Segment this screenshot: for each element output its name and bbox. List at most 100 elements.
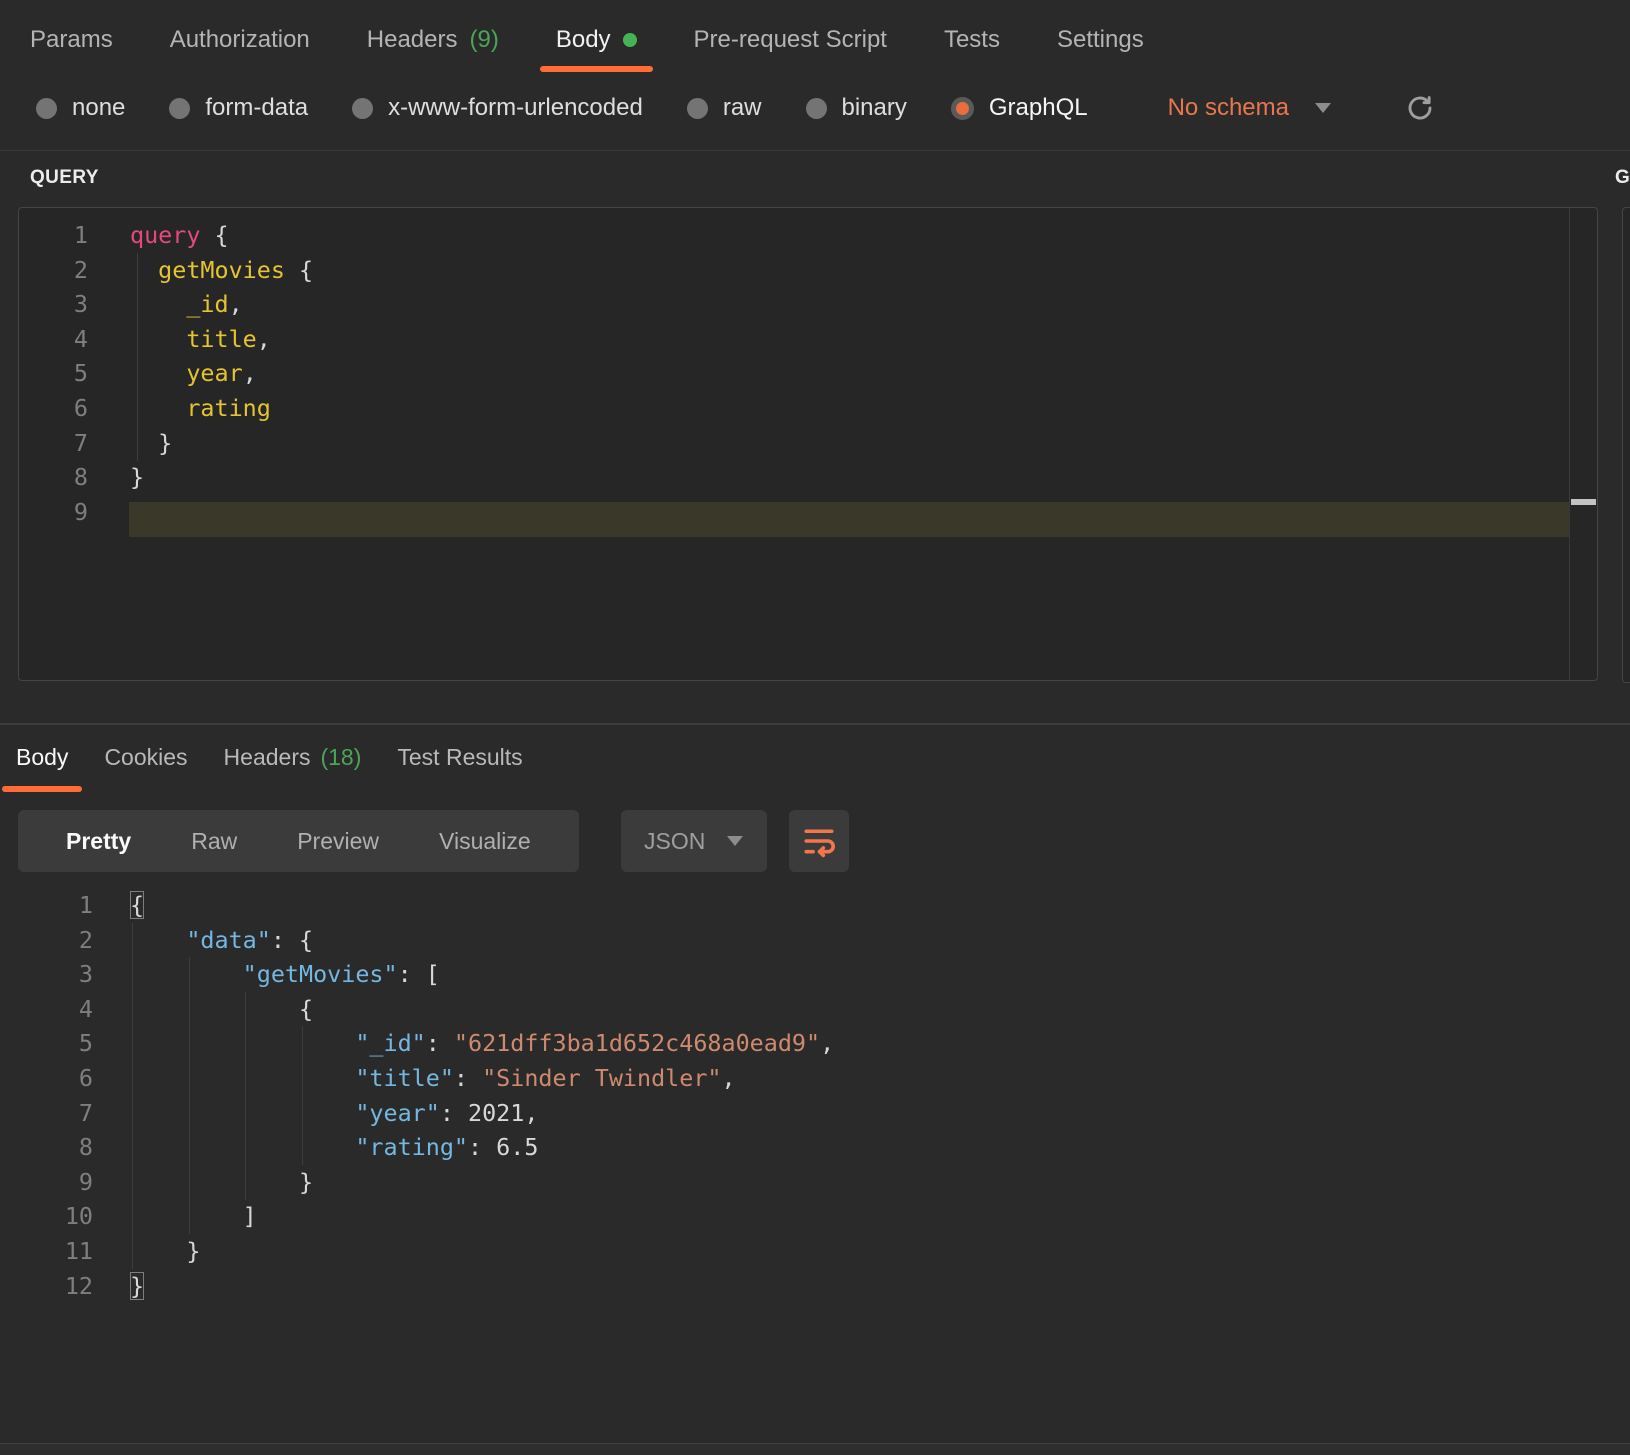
code-text: } <box>130 426 172 461</box>
code-line-6: 6 rating <box>19 391 1597 426</box>
code-line-9: 9 <box>19 495 1597 530</box>
code-text: _id, <box>130 287 243 322</box>
request-tab-authorization[interactable]: Authorization <box>170 26 310 54</box>
code-line-1: 1{ <box>0 888 1630 923</box>
refresh-schema-button[interactable] <box>1405 93 1435 123</box>
tab-label: Cookies <box>104 744 187 771</box>
code-text: ] <box>130 1199 257 1234</box>
response-tab-bar: Body Cookies Headers(18) Test Results <box>16 737 523 777</box>
code-text: rating <box>130 391 271 426</box>
response-format-select[interactable]: JSON <box>621 810 767 872</box>
body-type-radio-none[interactable]: none <box>36 94 125 122</box>
view-button-visualize[interactable]: Visualize <box>409 828 561 855</box>
code-line-11: 11 } <box>0 1234 1630 1269</box>
graphql-query-editor[interactable]: 1query {2 getMovies {3 _id,4 title,5 yea… <box>18 207 1598 681</box>
query-code[interactable]: 1query {2 getMovies {3 _id,4 title,5 yea… <box>19 218 1597 529</box>
tab-label: Authorization <box>170 26 310 54</box>
radio-selected-icon <box>951 97 974 120</box>
radio-label: GraphQL <box>989 94 1088 122</box>
response-tab-headers[interactable]: Headers(18) <box>224 744 362 771</box>
refresh-icon <box>1405 93 1435 123</box>
response-tab-cookies[interactable]: Cookies <box>104 744 187 771</box>
code-line-6: 6 "title": "Sinder Twindler", <box>0 1061 1630 1096</box>
tab-label: Body <box>556 26 611 54</box>
view-button-preview[interactable]: Preview <box>267 828 409 855</box>
response-tab-body[interactable]: Body <box>16 744 68 771</box>
radio-label: raw <box>723 94 762 122</box>
body-type-radio-form-data[interactable]: form-data <box>169 94 308 122</box>
request-tab-bar: Params Authorization Headers(9) Body Pre-req… <box>30 14 1144 66</box>
request-tab-settings[interactable]: Settings <box>1057 26 1144 54</box>
request-tab-headers[interactable]: Headers(9) <box>367 26 499 54</box>
code-text: "rating": 6.5 <box>130 1130 538 1165</box>
tab-label: Params <box>30 26 113 54</box>
code-text: year, <box>130 356 257 391</box>
wrap-text-button[interactable] <box>789 810 849 872</box>
tab-count-badge: (9) <box>470 26 499 54</box>
radio-unselected-icon <box>687 98 708 119</box>
tab-label: Body <box>16 744 68 771</box>
body-type-radio-raw[interactable]: raw <box>687 94 762 122</box>
code-line-1: 1 query { <box>19 218 1597 253</box>
tab-label: Headers <box>224 744 311 771</box>
tab-label: Settings <box>1057 26 1144 54</box>
body-type-radio-graphql[interactable]: GraphQL <box>951 94 1088 122</box>
radio-label: binary <box>842 94 907 122</box>
code-line-5: 5 "_id": "621dff3ba1d652c468a0ead9", <box>0 1026 1630 1061</box>
response-body-json[interactable]: 1{2 "data": {3 "getMovies": [4 {5 "_id":… <box>0 888 1630 1303</box>
response-toolbar: PrettyRawPreviewVisualize JSON <box>18 810 849 872</box>
chevron-down-icon <box>1315 103 1331 113</box>
response-divider <box>0 723 1630 725</box>
radio-unselected-icon <box>36 98 57 119</box>
code-text: query { <box>130 218 229 253</box>
code-line-3: 3 _id, <box>19 287 1597 322</box>
line-number: 7 <box>19 426 88 461</box>
schema-dropdown[interactable]: No schema <box>1168 94 1331 122</box>
top-section-divider <box>0 150 1630 151</box>
code-text: } <box>130 1165 313 1200</box>
code-text: getMovies { <box>130 253 313 288</box>
line-number: 5 <box>19 356 88 391</box>
line-number: 3 <box>19 287 88 322</box>
query-panel-title: QUERY <box>30 167 99 189</box>
line-number: 1 <box>19 218 88 253</box>
code-line-5: 5 year, <box>19 356 1597 391</box>
body-modified-dot-icon <box>623 33 637 47</box>
code-text: { <box>130 992 313 1027</box>
code-line-3: 3 "getMovies": [ <box>0 957 1630 992</box>
code-text: "getMovies": [ <box>130 957 440 992</box>
editor-scrollbar-thumb[interactable] <box>1571 499 1596 505</box>
line-number: 3 <box>0 957 93 992</box>
request-tab-pre-request-script[interactable]: Pre-request Script <box>694 26 887 54</box>
editor-scrollbar-gutter[interactable] <box>1569 208 1597 680</box>
response-tab-test-results[interactable]: Test Results <box>397 744 522 771</box>
line-number: 6 <box>19 391 88 426</box>
code-text: "data": { <box>130 923 313 958</box>
view-button-pretty[interactable]: Pretty <box>36 828 161 855</box>
active-tab-underline <box>540 66 653 72</box>
code-line-7: 7 } <box>19 426 1597 461</box>
line-number: 1 <box>0 888 93 923</box>
code-text: } <box>130 1269 144 1304</box>
radio-unselected-icon <box>806 98 827 119</box>
radio-label: x-www-form-urlencoded <box>388 94 643 122</box>
line-number: 5 <box>0 1026 93 1061</box>
code-text: } <box>130 460 144 495</box>
code-line-8: 8} <box>19 460 1597 495</box>
view-button-raw[interactable]: Raw <box>161 828 267 855</box>
request-tab-tests[interactable]: Tests <box>944 26 1000 54</box>
request-tab-params[interactable]: Params <box>30 26 113 54</box>
line-number: 6 <box>0 1061 93 1096</box>
line-number: 10 <box>0 1199 93 1234</box>
code-text: { <box>130 888 144 923</box>
code-line-12: 12} <box>0 1269 1630 1304</box>
code-text: "_id": "621dff3ba1d652c468a0ead9", <box>130 1026 834 1061</box>
footer-strip <box>0 1443 1630 1455</box>
body-type-radio-binary[interactable]: binary <box>806 94 907 122</box>
graphql-variables-label-cut: G <box>1615 167 1630 189</box>
line-number: 7 <box>0 1096 93 1131</box>
graphql-variables-panel-cut <box>1622 207 1630 683</box>
body-type-radio-x-www-form-urlencoded[interactable]: x-www-form-urlencoded <box>352 94 643 122</box>
request-tab-body[interactable]: Body <box>556 26 637 54</box>
code-line-8: 8 "rating": 6.5 <box>0 1130 1630 1165</box>
